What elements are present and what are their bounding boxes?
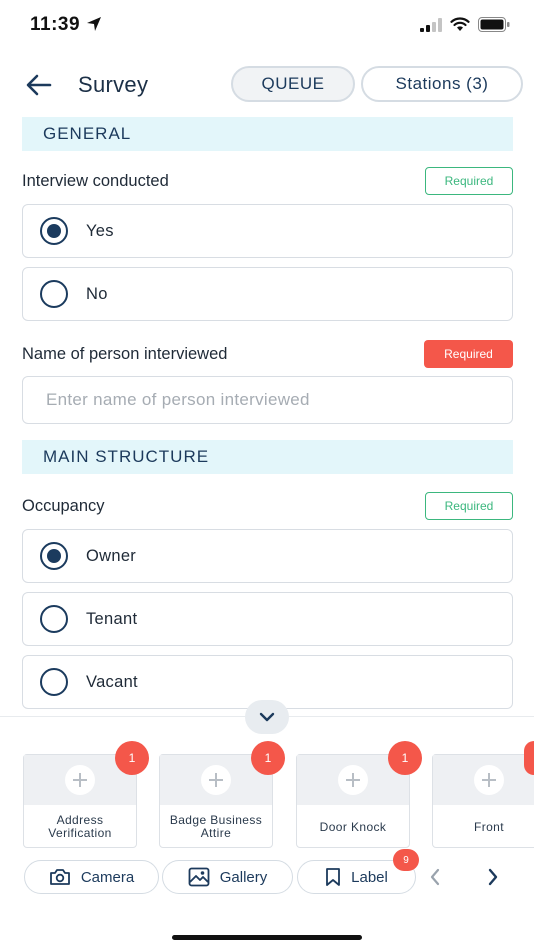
required-badge: Required <box>425 167 513 195</box>
gallery-icon <box>188 867 210 887</box>
plus-icon <box>474 765 504 795</box>
option-label: Tenant <box>86 609 138 628</box>
interview-conducted-label: Interview conducted <box>22 172 169 190</box>
back-button[interactable] <box>24 70 54 100</box>
home-indicator <box>172 935 362 940</box>
option-label: Yes <box>86 221 114 240</box>
required-badge-error: Required <box>424 340 513 368</box>
photo-tile-front[interactable]: Front <box>432 754 534 848</box>
wifi-icon <box>450 17 470 37</box>
back-arrow-icon <box>26 74 52 96</box>
chevron-down-icon <box>259 712 275 722</box>
tile-label: Address Verification <box>48 813 112 840</box>
photo-count-badge: 1 <box>388 741 422 775</box>
person-interviewed-label: Name of person interviewed <box>22 345 228 363</box>
option-tenant[interactable]: Tenant <box>22 592 513 646</box>
tile-label: Badge Business Attire <box>169 813 263 840</box>
camera-icon <box>49 869 70 885</box>
location-arrow-icon <box>86 16 102 37</box>
radio-unselected-icon[interactable] <box>40 280 68 308</box>
occupancy-label: Occupancy <box>22 497 105 515</box>
signal-icon <box>420 17 442 37</box>
battery-icon <box>478 17 510 37</box>
stations-button[interactable]: Stations (3) <box>361 66 523 102</box>
camera-button[interactable]: Camera <box>24 860 159 894</box>
section-header-general: GENERAL <box>22 117 513 151</box>
option-label: Owner <box>86 546 137 565</box>
scroll-right-button[interactable] <box>481 864 505 890</box>
option-yes[interactable]: Yes <box>22 204 513 258</box>
collapse-panel-button[interactable] <box>245 700 289 734</box>
queue-button[interactable]: QUEUE <box>231 66 355 102</box>
plus-icon <box>201 765 231 795</box>
radio-selected-icon[interactable] <box>40 542 68 570</box>
radio-unselected-icon[interactable] <box>40 668 68 696</box>
option-no[interactable]: No <box>22 267 513 321</box>
radio-unselected-icon[interactable] <box>40 605 68 633</box>
label-count-badge: 9 <box>393 849 419 871</box>
label-label: Label <box>351 868 388 886</box>
gallery-label: Gallery <box>219 868 268 886</box>
option-owner[interactable]: Owner <box>22 529 513 583</box>
status-indicators <box>420 17 510 37</box>
status-time: 11:39 <box>30 14 81 35</box>
plus-icon <box>65 765 95 795</box>
section-header-main-structure: MAIN STRUCTURE <box>22 440 513 474</box>
scroll-left-button[interactable] <box>423 864 447 890</box>
person-name-input[interactable] <box>22 376 513 424</box>
tile-label: Door Knock <box>319 819 387 834</box>
plus-icon <box>338 765 368 795</box>
header: Survey QUEUE Stations (3) <box>0 64 534 106</box>
chevron-right-icon <box>488 868 498 886</box>
chevron-left-icon <box>430 868 440 886</box>
radio-selected-icon[interactable] <box>40 217 68 245</box>
gallery-button[interactable]: Gallery <box>162 860 293 894</box>
option-label: No <box>86 284 108 303</box>
status-bar: 11:39 <box>0 0 534 52</box>
page-title: Survey <box>78 72 149 97</box>
required-badge: Required <box>425 492 513 520</box>
bookmark-icon <box>326 868 341 886</box>
camera-label: Camera <box>80 868 135 886</box>
photo-count-badge: 1 <box>115 741 149 775</box>
photo-count-badge: 1 <box>524 741 534 775</box>
tile-label: Front <box>473 819 504 834</box>
option-label: Vacant <box>86 672 138 691</box>
photo-count-badge: 1 <box>251 741 285 775</box>
